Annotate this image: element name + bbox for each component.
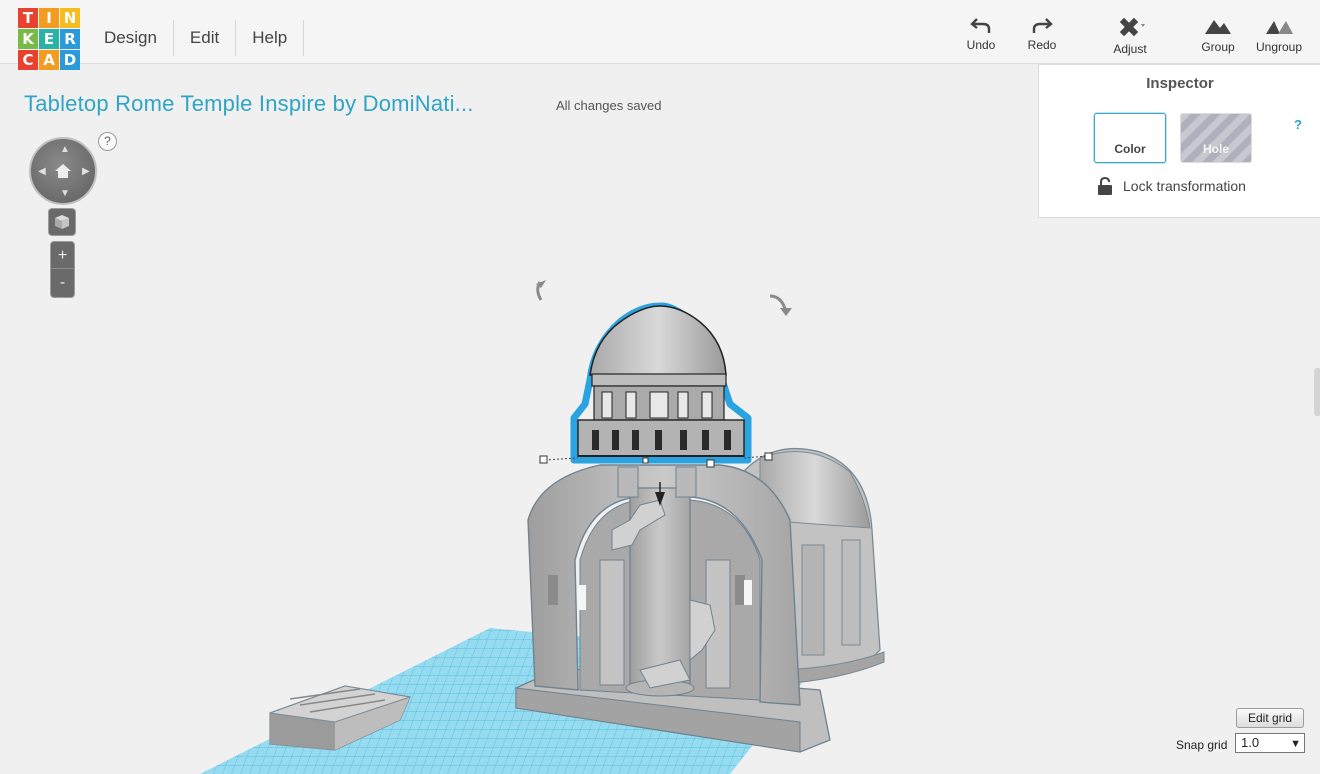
ungroup-label: Ungroup: [1255, 40, 1303, 54]
lock-transformation-toggle[interactable]: Lock transformation: [1097, 177, 1246, 195]
logo-letter: T: [18, 8, 38, 28]
undo-button[interactable]: Undo: [951, 16, 1011, 60]
redo-button[interactable]: Redo: [1012, 16, 1072, 60]
zoom-in-button[interactable]: +: [51, 242, 74, 269]
menu-edit[interactable]: Edit: [174, 20, 237, 56]
zoom-out-button[interactable]: -: [51, 269, 74, 296]
design-title[interactable]: Tabletop Rome Temple Inspire by DomiNati…: [24, 91, 474, 117]
orbit-left-icon[interactable]: ◀: [38, 166, 46, 177]
ungroup-button[interactable]: Ungroup: [1249, 16, 1309, 60]
inspector-panel: Inspector ? Color Hole Lock transformati…: [1038, 64, 1320, 218]
adjust-label: Adjust: [1113, 42, 1147, 56]
redo-label: Redo: [1027, 38, 1057, 52]
view-cube-button[interactable]: [48, 208, 76, 236]
logo-letter: E: [39, 29, 59, 49]
snap-grid-select[interactable]: 1.0 ▼: [1235, 733, 1305, 753]
menu-help[interactable]: Help: [236, 20, 305, 56]
logo-letter: C: [18, 50, 38, 70]
logo-letter: D: [60, 50, 80, 70]
unlock-icon: [1098, 177, 1112, 195]
undo-label: Undo: [966, 38, 996, 52]
logo-letter: N: [60, 8, 80, 28]
snap-grid-value: 1.0: [1241, 735, 1260, 750]
main-temple-model[interactable]: [515, 464, 831, 753]
hole-label: Hole: [1202, 142, 1229, 156]
tinkercad-logo[interactable]: T I N K E R C A D: [18, 8, 82, 70]
color-swatch-button[interactable]: Color: [1094, 113, 1166, 163]
selected-dome-object[interactable]: [570, 302, 752, 464]
tinkercad-editor: Design Edit Help Undo Redo Adjust Group …: [0, 0, 1320, 774]
edit-grid-button[interactable]: Edit grid: [1236, 708, 1304, 728]
snap-grid-label: Snap grid: [1176, 738, 1228, 752]
logo-letter: R: [60, 29, 80, 49]
inspector-help-button[interactable]: ?: [1294, 117, 1302, 132]
adjust-button[interactable]: Adjust: [1100, 16, 1160, 60]
home-icon[interactable]: [54, 163, 72, 179]
group-label: Group: [1201, 40, 1235, 54]
ungroup-icon: [1266, 21, 1293, 34]
hole-swatch-button[interactable]: Hole: [1180, 113, 1252, 163]
undo-icon: [970, 18, 991, 33]
color-label: Color: [1114, 142, 1146, 156]
view-help-button[interactable]: ?: [98, 132, 117, 151]
adjust-icon: [1119, 17, 1145, 37]
cube-icon: [55, 215, 69, 229]
group-button[interactable]: Group: [1188, 16, 1248, 60]
inspector-title: Inspector: [1146, 75, 1214, 92]
side-panel-tab[interactable]: [1314, 368, 1320, 416]
logo-letter: I: [39, 8, 59, 28]
lock-label: Lock transformation: [1123, 178, 1246, 194]
menu-design[interactable]: Design: [88, 20, 174, 56]
chevron-down-icon: ▼: [1290, 738, 1301, 750]
orbit-up-icon[interactable]: ▲: [60, 144, 70, 155]
zoom-control: + -: [50, 241, 75, 298]
orbit-down-icon[interactable]: ▼: [60, 188, 70, 199]
main-menu: Design Edit Help: [88, 20, 305, 56]
logo-letter: A: [39, 50, 59, 70]
orbit-right-icon[interactable]: ▶: [82, 166, 90, 177]
orbit-control[interactable]: ▲ ▼ ◀ ▶: [29, 137, 97, 205]
top-toolbar: Design Edit Help Undo Redo Adjust Group …: [0, 0, 1320, 64]
save-status: All changes saved: [556, 98, 662, 113]
redo-icon: [1032, 18, 1053, 33]
group-icon: [1205, 20, 1231, 34]
logo-letter: K: [18, 29, 38, 49]
